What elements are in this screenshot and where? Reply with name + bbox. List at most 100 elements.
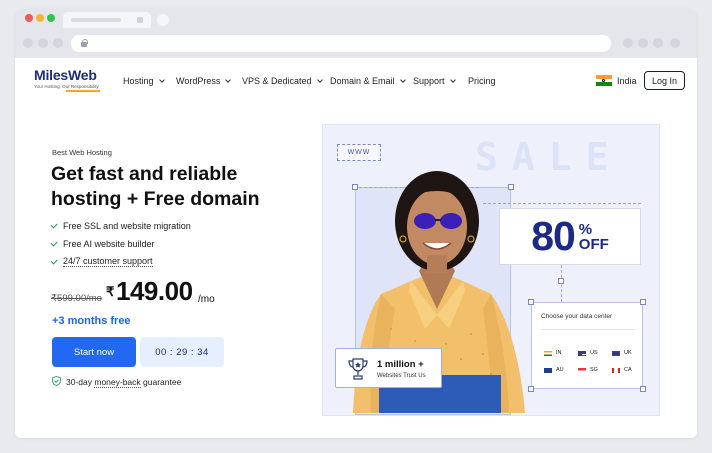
nav-pricing[interactable]: Pricing [468,76,496,86]
logo-name: MilesWeb [34,67,97,83]
location-sg[interactable]: SG [578,367,598,373]
country-selector[interactable]: India [617,76,637,86]
feature-item: 24/7 customer support [50,256,153,267]
nav-label: Pricing [468,76,496,86]
hero-title-line: hosting + Free domain [51,188,260,210]
handle [528,299,534,305]
trophy-icon [348,358,368,380]
location-label: CA [624,367,632,373]
trust-count: 1 million + [377,359,424,370]
old-price: ₹599.00/mo [51,293,102,304]
location-label: US [590,350,598,356]
maximize-window-dot[interactable] [47,14,55,22]
chevron-down-icon [158,76,165,83]
logo-tagline: Your Hosting, Our Responsibility. [34,84,100,89]
close-window-dot[interactable] [25,14,33,22]
money-back-link[interactable]: money-back [94,377,141,388]
browser-window: MilesWeb Your Hosting, Our Responsibilit… [15,8,697,438]
feature-item: Free AI website builder [50,239,155,249]
location-au[interactable]: AU [544,367,564,373]
trust-badge: 1 million + Websites Trust Us [335,348,442,388]
extension-icon[interactable] [623,38,633,48]
currency-symbol: ₹ [106,284,115,299]
nav-label: Domain & Email [330,76,395,86]
india-flag-icon[interactable] [596,75,612,87]
nav-label: Hosting [123,76,154,86]
location-label: IN [556,350,562,356]
nav-support[interactable]: Support [413,76,456,86]
check-icon [50,257,58,264]
forward-icon[interactable] [38,38,48,48]
current-price: 149.00 [116,276,193,306]
uk-flag-icon [612,350,620,356]
address-bar[interactable] [71,35,611,52]
australia-flag-icon [544,367,552,373]
nav-label: VPS & Dedicated [242,76,312,86]
hero-title-line: Get fast and reliable [51,163,238,185]
guarantee-prefix: 30-day [66,377,95,387]
feature-text[interactable]: 24/7 customer support [63,256,153,267]
price-period: /mo [198,294,215,305]
lock-icon [81,39,88,47]
location-label: AU [556,367,564,373]
nav-vps-dedicated[interactable]: VPS & Dedicated [242,76,323,86]
hero-kicker: Best Web Hosting [52,148,112,157]
start-now-button[interactable]: Start now [52,337,136,367]
discount-suffix: % OFF [579,222,609,252]
tab-title-placeholder [71,18,121,22]
location-us[interactable]: US [578,350,598,356]
datacenter-card: Choose your data center IN US UK AU SG C… [531,302,643,389]
us-flag-icon [578,350,586,356]
shield-check-icon [52,376,61,386]
guarantee-suffix: guarantee [140,377,182,387]
close-tab-icon[interactable] [137,17,143,23]
divider [541,329,635,330]
nav-hosting[interactable]: Hosting [123,76,165,86]
countdown-timer: 00 : 29 : 34 [140,337,224,367]
singapore-flag-icon [578,367,586,373]
extension-icon[interactable] [638,38,648,48]
extension-icon[interactable] [653,38,663,48]
location-label: SG [590,367,598,373]
handle [528,386,534,392]
login-button[interactable]: Log In [644,71,685,90]
chevron-down-icon [225,76,232,83]
off-label: OFF [578,235,609,253]
feature-text: Free SSL and website migration [63,221,191,231]
check-icon [50,221,58,229]
location-in[interactable]: IN [544,350,562,356]
check-icon [50,239,58,247]
feature-text: Free AI website builder [63,239,155,249]
canada-flag-icon [612,367,620,373]
new-tab-icon[interactable] [157,14,169,26]
handle [558,278,564,284]
india-flag-icon [544,350,552,356]
hero-title: Get fast and reliable hosting + Free dom… [51,162,281,212]
chevron-down-icon [449,76,456,83]
location-uk[interactable]: UK [612,350,632,356]
nav-label: Support [413,76,445,86]
location-label: UK [624,350,632,356]
menu-icon[interactable] [670,38,680,48]
reload-icon[interactable] [53,38,63,48]
hero-promo-graphic: SALE WWW 80 % OFF Choose your data cente… [322,124,660,416]
guarantee-text: 30-day money-back guarantee [66,377,182,388]
trust-caption: Websites Trust Us [377,373,426,379]
datacenter-title: Choose your data center [541,313,613,320]
chevron-down-icon [316,76,323,83]
discount-value: 80 [531,213,576,259]
logo-underline [66,90,100,92]
nav-wordpress[interactable]: WordPress [176,76,232,86]
percent-sign: % [578,220,593,238]
browser-chrome [15,8,697,58]
minimize-window-dot[interactable] [36,14,44,22]
site-header: MilesWeb Your Hosting, Our Responsibilit… [15,58,697,104]
feature-item: Free SSL and website migration [50,221,191,231]
handle [640,386,646,392]
location-ca[interactable]: CA [612,367,632,373]
back-icon[interactable] [23,38,33,48]
nav-domain-email[interactable]: Domain & Email [330,76,406,86]
logo[interactable]: MilesWeb Your Hosting, Our Responsibilit… [34,67,100,92]
chevron-down-icon [399,76,406,83]
bonus-offer: +3 months free [52,315,131,327]
